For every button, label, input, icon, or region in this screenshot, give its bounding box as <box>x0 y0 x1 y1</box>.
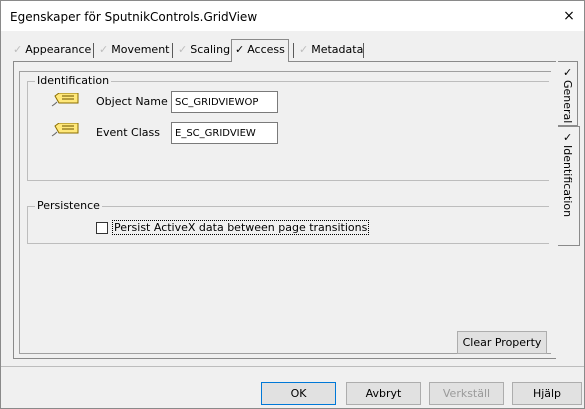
property-tag-icon <box>51 92 81 116</box>
tab-metadata[interactable]: ✓ Metadata <box>299 41 363 60</box>
check-icon: ✓ <box>235 43 245 56</box>
title-bar: Egenskaper för SputnikControls.GridView … <box>1 1 584 31</box>
tab-label: Metadata <box>311 43 364 56</box>
tab-label: Scaling <box>190 43 231 56</box>
check-icon: ✓ <box>299 43 309 56</box>
persistence-legend: Persistence <box>35 199 102 212</box>
tab-label: Access <box>247 43 285 56</box>
side-tab-label: Identification <box>561 145 574 218</box>
check-icon: ✓ <box>178 43 188 56</box>
apply-button[interactable]: Verkställ <box>429 382 504 405</box>
tab-divider <box>93 43 94 58</box>
tab-divider <box>293 43 294 58</box>
tab-appearance[interactable]: ✓ Appearance <box>13 41 91 60</box>
tab-divider <box>172 43 173 58</box>
side-tab-general[interactable]: ✓ General <box>558 61 578 126</box>
window-title: Egenskaper för SputnikControls.GridView <box>10 10 258 24</box>
tab-movement[interactable]: ✓ Movement <box>99 41 169 60</box>
help-button[interactable]: Hjälp <box>512 382 582 405</box>
ok-button[interactable]: OK <box>261 382 336 405</box>
side-tab-strip: ✓ General ✓ Identification <box>558 61 580 361</box>
persist-activex-checkbox[interactable] <box>96 222 108 234</box>
close-icon[interactable]: × <box>554 1 584 31</box>
check-icon: ✓ <box>99 43 109 56</box>
properties-dialog: Egenskaper för SputnikControls.GridView … <box>0 0 585 409</box>
object-name-label: Object Name <box>96 95 168 108</box>
side-tab-label: General <box>561 80 574 124</box>
identification-legend: Identification <box>35 74 112 87</box>
tab-divider <box>363 43 364 58</box>
clear-property-button[interactable]: Clear Property <box>457 331 547 354</box>
event-class-label: Event Class <box>96 126 160 139</box>
tab-access[interactable]: ✓ Access <box>231 39 289 62</box>
footer-divider <box>1 366 584 367</box>
property-tag-icon <box>51 122 81 146</box>
object-name-input[interactable] <box>171 91 278 113</box>
check-icon: ✓ <box>563 131 573 144</box>
side-tab-identification[interactable]: ✓ Identification <box>558 126 580 246</box>
tab-scaling[interactable]: ✓ Scaling <box>178 41 230 60</box>
check-icon: ✓ <box>563 66 573 79</box>
event-class-input[interactable] <box>171 122 278 144</box>
tab-label: Movement <box>111 43 170 56</box>
cancel-button[interactable]: Avbryt <box>346 382 421 405</box>
check-icon: ✓ <box>13 43 23 56</box>
tab-label: Appearance <box>25 43 92 56</box>
persist-activex-label[interactable]: Persist ActiveX data between page transi… <box>111 220 370 235</box>
